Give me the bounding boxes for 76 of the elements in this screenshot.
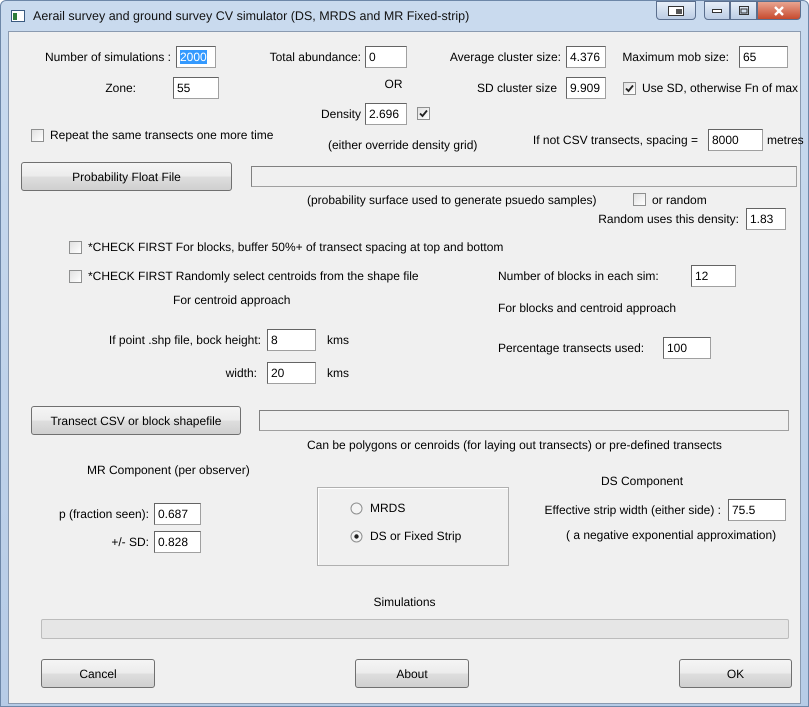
input-field[interactable]: 1.83 (746, 208, 786, 230)
progress-label: Simulations (373, 595, 436, 609)
field-label: Number of blocks in each sim: (498, 269, 659, 283)
section-heading: DS Component (601, 474, 684, 488)
checkbox[interactable] (31, 128, 44, 142)
field-label: Total abundance: (270, 50, 361, 64)
field-label: Percentage transects used: (498, 341, 644, 355)
checkbox[interactable] (623, 82, 636, 94)
input-field[interactable]: 20 (267, 362, 316, 384)
input-field[interactable]: 65 (739, 46, 788, 68)
file-button[interactable]: Transect CSV or block shapefile (31, 406, 241, 435)
input-field[interactable]: 9.909 (566, 77, 606, 99)
field-label: Number of simulations : (44, 50, 171, 64)
checkbox[interactable] (633, 193, 646, 206)
file-button[interactable]: Probability Float File (21, 162, 232, 191)
input-field[interactable]: 0.828 (154, 531, 201, 553)
input-field[interactable]: 2.696 (365, 102, 407, 124)
field-label: Random uses this density: (598, 212, 739, 226)
checkbox-label: *CHECK FIRST For blocks, buffer 50%+ of transect spacing at top and bottom (88, 240, 504, 254)
unit-label: kms (327, 333, 349, 347)
checkbox[interactable] (69, 270, 82, 282)
input-field[interactable]: 100 (663, 337, 711, 359)
checkbox-label: Use SD, otherwise Fn of max (642, 81, 798, 95)
minimize-button[interactable] (704, 1, 730, 20)
field-label: width: (226, 366, 257, 380)
checkbox[interactable] (417, 107, 430, 120)
close-icon (773, 6, 785, 16)
input-field[interactable]: 8 (267, 329, 316, 351)
checkbox-label: *CHECK FIRST Randomly select centroids from the shape file (88, 269, 419, 283)
note-text: ( a negative exponential approximation) (566, 528, 776, 542)
field-label: Density (320, 106, 361, 120)
field-label: Zone: (105, 81, 136, 95)
window-button[interactable] (656, 1, 696, 20)
input-field[interactable]: 12 (691, 265, 736, 287)
input-field[interactable]: 55 (173, 77, 219, 99)
checkbox[interactable] (69, 240, 82, 254)
field-label: Maximum mob size: (622, 50, 729, 64)
field-label: Average cluster size: (450, 50, 561, 64)
field-label: Effective strip width (either side) : (544, 503, 721, 517)
section-heading: For centroid approach (173, 293, 290, 307)
input-field[interactable]: 4.376 (566, 46, 606, 68)
section-heading: For blocks and centroid approach (498, 301, 676, 315)
radio-button[interactable] (350, 530, 363, 542)
field-label: +/- SD: (111, 535, 149, 549)
input-field[interactable]: 0 (365, 46, 407, 68)
dialog-button[interactable]: About (355, 659, 469, 688)
or-label: OR (384, 77, 402, 91)
radio-label: MRDS (370, 501, 406, 515)
input-field[interactable]: 75.5 (728, 499, 786, 521)
dialog-button[interactable]: Cancel (41, 659, 155, 688)
field-label: p (fraction seen): (58, 507, 149, 521)
note-text: (probability surface used to generate psuedo samples) (307, 192, 596, 206)
radio-button[interactable] (350, 502, 363, 514)
checkbox-label: Repeat the same transects one more time (50, 128, 274, 142)
section-heading: MR Component (per observer) (87, 463, 250, 477)
window-title: Aerail survey and ground survey CV simulator (DS, MRDS and MR Fixed-strip) (33, 9, 470, 23)
field-label: SD cluster size (476, 81, 557, 95)
input-field[interactable]: 0.687 (154, 503, 201, 525)
unit-label: metres (767, 133, 804, 147)
dialog-button[interactable]: OK (679, 659, 792, 688)
checkbox-label: or random (652, 192, 707, 206)
note-text: Can be polygons or cenroids (for laying out transects) or pre-defined transects (307, 438, 722, 452)
field-label: If not CSV transects, spacing = (532, 133, 698, 147)
input-field[interactable]: 8000 (708, 129, 763, 151)
close-button[interactable] (757, 1, 801, 20)
unit-label: kms (327, 366, 349, 380)
file-path-field[interactable] (251, 166, 797, 187)
note-text: (either override density grid) (328, 138, 478, 152)
windows-icon (668, 6, 684, 16)
field-label: If point .shp file, bock height: (108, 333, 261, 347)
app-icon (11, 10, 25, 22)
minimize-icon (712, 8, 722, 12)
radio-label: DS or Fixed Strip (370, 529, 462, 543)
file-path-field[interactable] (259, 410, 789, 431)
maximize-icon (738, 6, 748, 15)
maximize-button[interactable] (730, 1, 757, 20)
